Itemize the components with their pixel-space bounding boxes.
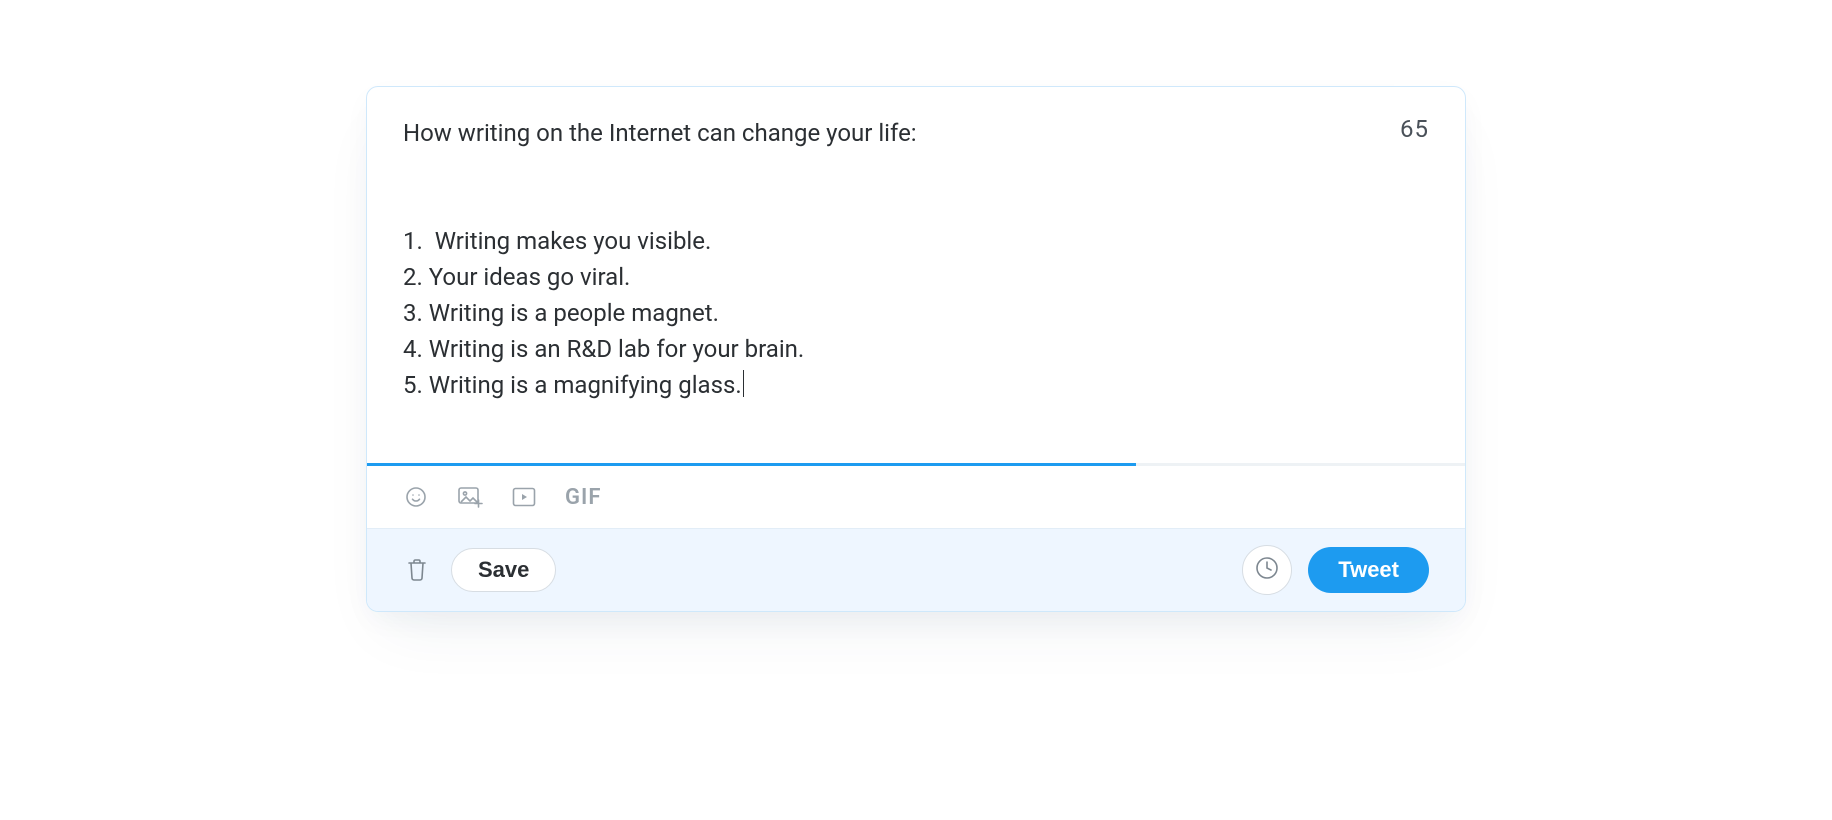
compose-textarea[interactable]: How writing on the Internet can change y… (403, 115, 1429, 403)
emoji-icon[interactable] (403, 484, 429, 510)
progress-track (367, 463, 1465, 466)
media-toolbar: GIF (367, 466, 1465, 528)
video-play-icon[interactable] (511, 484, 537, 510)
gif-button[interactable]: GIF (565, 485, 601, 510)
clock-icon (1254, 555, 1280, 585)
save-button[interactable]: Save (451, 548, 556, 592)
compose-area[interactable]: 65 How writing on the Internet can chang… (367, 87, 1465, 463)
character-counter: 65 (1400, 115, 1429, 143)
schedule-button[interactable] (1242, 545, 1292, 595)
tweet-composer-card: 65 How writing on the Internet can chang… (366, 86, 1466, 612)
text-caret (743, 370, 744, 398)
trash-icon[interactable] (403, 556, 431, 584)
action-bar: Save Tweet (367, 528, 1465, 611)
image-upload-icon[interactable] (457, 484, 483, 510)
progress-fill (367, 463, 1136, 466)
stage: 65 How writing on the Internet can chang… (0, 0, 1832, 820)
tweet-button[interactable]: Tweet (1308, 547, 1429, 593)
left-actions: Save (403, 548, 556, 592)
right-actions: Tweet (1242, 545, 1429, 595)
